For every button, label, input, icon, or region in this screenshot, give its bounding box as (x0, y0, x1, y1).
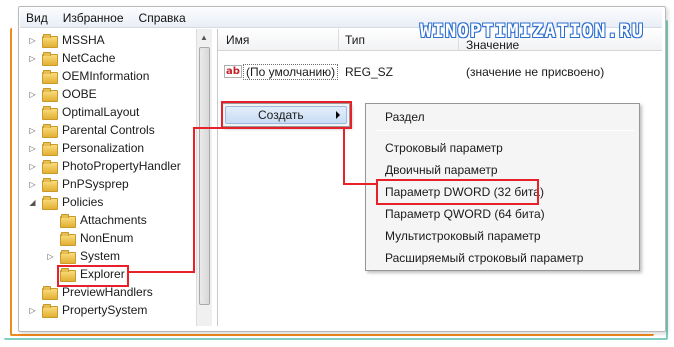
folder-icon (60, 250, 76, 264)
folder-icon (42, 106, 58, 120)
folder-icon (42, 34, 58, 48)
expand-icon[interactable]: ▷ (28, 180, 37, 189)
tree-item-optimallayout[interactable]: OptimalLayout (20, 103, 139, 121)
watermark-logo: WINOPTIMIZATION.RU (420, 20, 644, 42)
tree-item-label: NonEnum (80, 231, 134, 245)
folder-icon (42, 304, 58, 318)
folder-icon (42, 142, 58, 156)
folder-icon (42, 70, 58, 84)
submenu-item-string[interactable]: Строковый параметр (385, 141, 503, 155)
expand-icon[interactable]: ▷ (28, 36, 37, 45)
tree-item-label: Personalization (62, 141, 145, 155)
value-name: (По умолчанию) (243, 64, 339, 80)
tree-item-oeminformation[interactable]: OEMInformation (20, 67, 149, 85)
tree-item-photopropertyhandler[interactable]: ▷ PhotoPropertyHandler (20, 157, 181, 175)
folder-icon (60, 232, 76, 246)
tree-item-pnpsysprep[interactable]: ▷ PnPSysprep (20, 175, 129, 193)
tree-item-label: Policies (62, 195, 104, 209)
folder-icon (60, 214, 76, 228)
expand-icon[interactable]: ▷ (28, 306, 37, 315)
folder-icon (42, 52, 58, 66)
expand-icon[interactable]: ▷ (46, 252, 55, 261)
table-row[interactable]: ab (По умолчанию) REG_SZ (значение не пр… (218, 63, 662, 81)
tree-item-nonenum[interactable]: NonEnum (20, 229, 133, 247)
folder-icon (42, 88, 58, 102)
tree-item-label: System (80, 249, 121, 263)
menu-separator (376, 130, 634, 131)
scroll-up-icon[interactable]: ▲ (200, 33, 208, 42)
expand-icon[interactable]: ▷ (28, 54, 37, 63)
expand-icon[interactable]: ▷ (28, 162, 37, 171)
tree-item-personalization[interactable]: ▷ Personalization (20, 139, 144, 157)
tree-item-label: OptimalLayout (62, 105, 140, 119)
column-divider[interactable] (338, 29, 339, 51)
tree-item-parental-controls[interactable]: ▷ Parental Controls (20, 121, 155, 139)
tree-item-netcache[interactable]: ▷ NetCache (20, 49, 115, 67)
folder-icon (42, 160, 58, 174)
column-name-header[interactable]: Имя (226, 33, 249, 47)
folder-icon (42, 196, 58, 210)
submenu-item-multistring[interactable]: Мультистроковый параметр (385, 229, 541, 243)
tree-scrollbar-thumb[interactable] (199, 47, 210, 305)
tree-scrollbar[interactable]: ▲ (196, 29, 212, 326)
value-type: REG_SZ (345, 65, 394, 79)
submenu-item-qword[interactable]: Параметр QWORD (64 бита) (385, 207, 545, 221)
tree-item-propertysystem[interactable]: ▷ PropertySystem (20, 301, 147, 319)
submenu-item-binary[interactable]: Двоичный параметр (385, 163, 498, 177)
highlight-explorer (57, 265, 129, 287)
tree-item-label: Attachments (80, 213, 147, 227)
highlight-dword (376, 179, 539, 205)
tree-item-label: PropertySystem (62, 303, 148, 317)
connector-line (129, 271, 195, 273)
collapse-icon[interactable]: ◢ (28, 198, 37, 207)
tree-item-label: PnPSysprep (62, 177, 129, 191)
tree-item-label: Parental Controls (62, 123, 155, 137)
submenu-item-key[interactable]: Раздел (385, 110, 425, 124)
tree-item-attachments[interactable]: Attachments (20, 211, 147, 229)
tree-item-label: NetCache (62, 51, 116, 65)
tree-item-label: PhotoPropertyHandler (62, 159, 181, 173)
string-value-icon: ab (224, 65, 242, 78)
highlight-create (221, 101, 352, 129)
tree-item-system[interactable]: ▷ System (20, 247, 120, 265)
menu-favorites[interactable]: Избранное (63, 11, 124, 25)
folder-icon (42, 124, 58, 138)
tree-item-mssha[interactable]: ▷ MSSHA (20, 31, 105, 49)
tree-item-oobe[interactable]: ▷ OOBE (20, 85, 97, 103)
menu-view[interactable]: Вид (26, 11, 48, 25)
menu-help[interactable]: Справка (139, 11, 186, 25)
connector-line (193, 127, 222, 129)
connector-line (343, 183, 378, 185)
tree-item-label: PreviewHandlers (62, 285, 153, 299)
column-type-header[interactable]: Тип (345, 33, 365, 47)
folder-icon (42, 286, 58, 300)
tree-item-label: OEMInformation (62, 69, 150, 83)
connector-line (343, 127, 345, 185)
expand-icon[interactable]: ▷ (28, 90, 37, 99)
tree-item-label: MSSHA (62, 33, 105, 47)
folder-icon (42, 178, 58, 192)
submenu-item-expandable-string[interactable]: Расширяемый строковый параметр (385, 251, 583, 265)
tree-item-label: OOBE (62, 87, 97, 101)
expand-icon[interactable]: ▷ (28, 144, 37, 153)
tree-item-policies[interactable]: ◢ Policies (20, 193, 103, 211)
value-data: (значение не присвоено) (466, 65, 605, 79)
expand-icon[interactable]: ▷ (28, 126, 37, 135)
connector-line (193, 127, 195, 273)
